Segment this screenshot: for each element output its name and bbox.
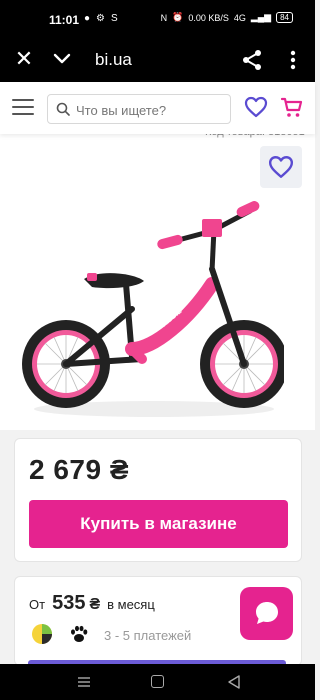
back-icon[interactable] [228, 675, 240, 689]
payment-icons [31, 623, 89, 645]
recent-apps-icon[interactable] [78, 676, 90, 688]
site-header [0, 82, 315, 134]
installment-line: От 535 ₴ в месяц [29, 592, 155, 615]
network-type: 4G [233, 12, 246, 23]
battery-icon: 84 [276, 12, 293, 23]
heart-icon [268, 156, 294, 178]
alarm-icon: ⏰ [172, 12, 184, 22]
installment-prefix: От [29, 597, 46, 612]
system-nav-bar [0, 664, 315, 700]
search-icon [56, 102, 70, 116]
paw-icon[interactable] [69, 624, 89, 644]
product-price: 2 679 ₴ [29, 454, 130, 485]
buy-in-store-button[interactable]: Купить в магазине [29, 500, 288, 548]
browser-toolbar: ✕ bi.ua [0, 38, 315, 82]
status-notification-icons: ● ⚙ S [84, 13, 118, 24]
chat-bubble-icon [256, 602, 278, 624]
product-image-balance-bike[interactable]: KIDDIE [14, 199, 284, 424]
settings-icon: ⚙ [96, 13, 106, 24]
status-bar: 11:01 ● ⚙ S N ⏰ 0.00 KB/S 4G ▂▄▆ 84 [0, 0, 315, 38]
installment-suffix: в месяц [107, 597, 155, 612]
notification-icon: ● [84, 13, 91, 24]
search-input[interactable] [76, 100, 226, 120]
payments-count: 3 - 5 платежей [104, 628, 192, 643]
app-icon: S [111, 13, 118, 24]
signal-icon: ▂▄▆ [250, 12, 272, 22]
cart-icon[interactable] [280, 95, 304, 119]
bank-pie-icon[interactable] [31, 623, 53, 645]
chevron-down-icon[interactable] [52, 50, 72, 68]
favorite-button[interactable] [260, 146, 302, 188]
share-icon[interactable] [240, 48, 264, 72]
search-box[interactable] [47, 94, 231, 124]
product-gallery: Код товара: 818051 [0, 124, 315, 430]
price-card: 2 679 ₴ Купить в магазине [14, 438, 302, 562]
chat-button[interactable] [240, 587, 293, 640]
status-time: 11:01 [49, 13, 80, 27]
home-icon[interactable] [151, 675, 164, 688]
hamburger-menu-icon[interactable] [12, 99, 34, 117]
close-icon[interactable]: ✕ [12, 48, 36, 70]
more-vert-icon[interactable] [286, 48, 300, 72]
browser-url[interactable]: bi.ua [95, 50, 132, 70]
installment-amount: 535 [52, 592, 86, 614]
installment-currency: ₴ [89, 596, 101, 613]
nfc-icon: N [160, 12, 168, 23]
network-speed: 0.00 KB/S [188, 12, 229, 23]
status-right-icons: N ⏰ 0.00 KB/S 4G ▂▄▆ 84 [161, 12, 293, 23]
wishlist-heart-icon[interactable] [244, 96, 268, 118]
